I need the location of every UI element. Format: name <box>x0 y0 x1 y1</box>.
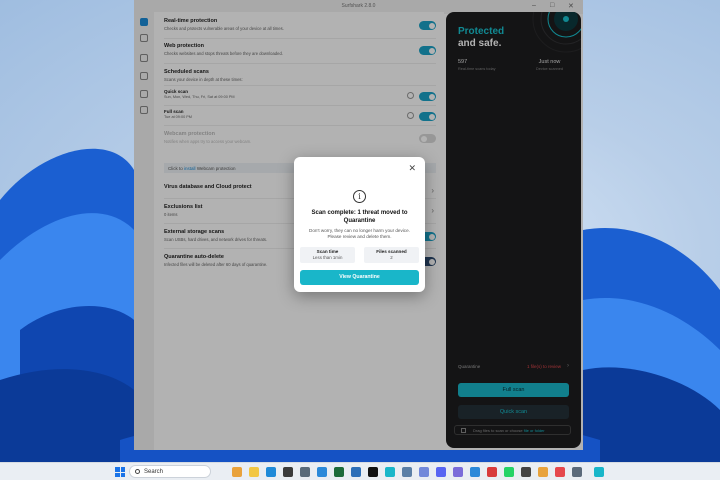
search-icon <box>135 469 140 474</box>
view-quarantine-button[interactable]: View Quarantine <box>300 270 419 285</box>
files-scanned-value: 2 <box>390 255 393 260</box>
files-scanned-box: Files scanned 2 <box>364 247 419 263</box>
windows-start-icon[interactable] <box>115 467 125 477</box>
file-explorer-icon[interactable] <box>249 467 259 477</box>
whatsapp-icon[interactable] <box>504 467 514 477</box>
app-icon[interactable] <box>594 467 604 477</box>
surfshark-icon[interactable] <box>385 467 395 477</box>
settings-app-icon[interactable] <box>317 467 327 477</box>
terminal-icon[interactable] <box>283 467 293 477</box>
info-icon: i <box>353 190 366 203</box>
search-placeholder: Search <box>144 468 164 475</box>
app-icon[interactable] <box>487 467 497 477</box>
dialog-title: Scan complete: 1 threat moved to Quarant… <box>311 210 408 224</box>
mail-icon[interactable] <box>402 467 412 477</box>
edge-icon[interactable] <box>266 467 276 477</box>
xbox-icon[interactable] <box>334 467 344 477</box>
app-icon[interactable] <box>555 467 565 477</box>
close-icon[interactable]: ✕ <box>408 164 416 173</box>
app-icon[interactable] <box>521 467 531 477</box>
app-icon[interactable] <box>300 467 310 477</box>
app-icon[interactable] <box>419 467 429 477</box>
app-icon[interactable] <box>453 467 463 477</box>
files-scanned-label: Files scanned <box>376 249 407 254</box>
chrome-icon[interactable] <box>538 467 548 477</box>
scan-complete-dialog: ✕ i Scan complete: 1 threat moved to Qua… <box>294 157 425 292</box>
taskbar: Search <box>0 462 720 480</box>
dialog-description: Don't worry, they can no longer harm you… <box>309 228 410 239</box>
steam-icon[interactable] <box>351 467 361 477</box>
widgets-icon[interactable] <box>232 467 242 477</box>
scan-time-box: Scan time Less than 1min <box>300 247 355 263</box>
app-icon[interactable] <box>470 467 480 477</box>
tt-app-icon[interactable] <box>368 467 378 477</box>
taskbar-search-box[interactable]: Search <box>129 465 211 478</box>
scan-time-label: Scan time <box>316 249 339 254</box>
discord-icon[interactable] <box>436 467 446 477</box>
app-icon[interactable] <box>572 467 582 477</box>
scan-time-value: Less than 1min <box>312 255 343 260</box>
